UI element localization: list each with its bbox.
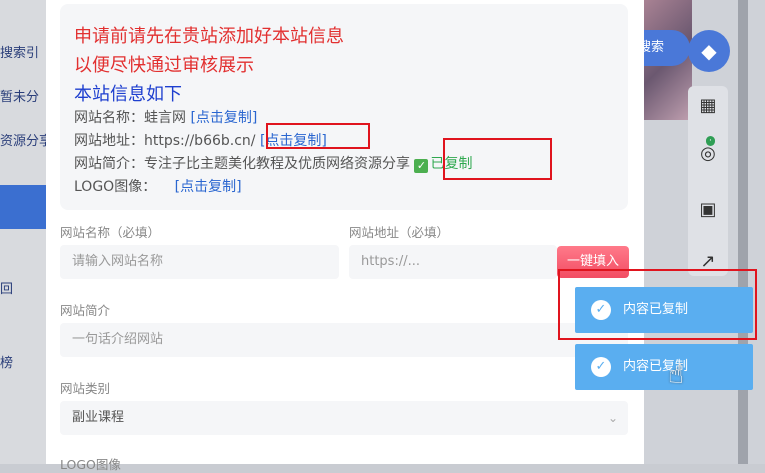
info-row-logo: LOGO图像： [点击复制] <box>74 179 242 195</box>
category-select[interactable]: 副业课程 ⌄ <box>60 401 628 435</box>
site-name-label: 网站名称（必填） <box>60 225 161 240</box>
highlight-box-copied <box>443 138 552 180</box>
checkmark-icon: ✓ <box>414 159 429 173</box>
notice-line-1: 申请前请先在贵站添加好本站信息 <box>74 26 344 47</box>
notice-line-2: 以便尽快通过审核展示 <box>74 55 254 76</box>
intro-label: 网站简介 <box>60 303 111 318</box>
bg-left-panel <box>0 0 46 464</box>
bg-left-item: 暂未分 <box>0 90 40 105</box>
calendar-icon[interactable]: ▦ <box>696 94 720 118</box>
info-row-name: 网站名称：蛙言网 [点击复制] <box>74 110 258 126</box>
category-label: 网站类别 <box>60 381 111 396</box>
submit-site-modal: 申请前请先在贵站添加好本站信息 以便尽快通过审核展示 本站信息如下 网站名称：蛙… <box>46 0 644 472</box>
bg-left-blue-bar <box>0 185 46 229</box>
copy-logo-link[interactable]: [点击复制] <box>175 179 242 195</box>
hand-cursor-icon: ☝ <box>668 360 684 390</box>
check-circle-icon: ✓ <box>591 357 611 377</box>
info-row-intro: 网站简介：专注子比主题美化教程及优质网络资源分享 ✓ 已复制 <box>74 156 473 173</box>
diamond-icon[interactable]: ◆ <box>688 30 730 72</box>
bg-scroll-strip <box>738 0 748 464</box>
site-name-input[interactable]: 请输入网站名称 <box>60 245 339 279</box>
toast-notification: ✓ 内容已复制 <box>575 344 753 390</box>
badge: · <box>706 136 715 146</box>
bg-left-item: 资源分享 <box>0 134 53 149</box>
highlight-box-url <box>266 123 370 149</box>
chevron-down-icon: ⌄ <box>607 411 618 425</box>
side-toolbar: ▦ ◎ ▣ ↗ <box>688 86 728 276</box>
bg-left-item: 搜索引 <box>0 46 40 61</box>
info-heading: 本站信息如下 <box>74 84 182 105</box>
toast-notification: ✓ 内容已复制 <box>575 287 753 333</box>
site-url-label: 网站地址（必填） <box>349 225 450 240</box>
intro-input[interactable]: 一句话介绍网站 <box>60 323 628 357</box>
bg-left-item: 回 <box>0 282 14 297</box>
site-url-input[interactable]: https://... <box>349 245 557 279</box>
bg-left-item: 榜 <box>0 356 14 371</box>
check-circle-icon: ✓ <box>591 300 611 320</box>
copy-name-link[interactable]: [点击复制] <box>190 110 257 126</box>
qrcode-icon[interactable]: ▣ <box>696 198 720 222</box>
